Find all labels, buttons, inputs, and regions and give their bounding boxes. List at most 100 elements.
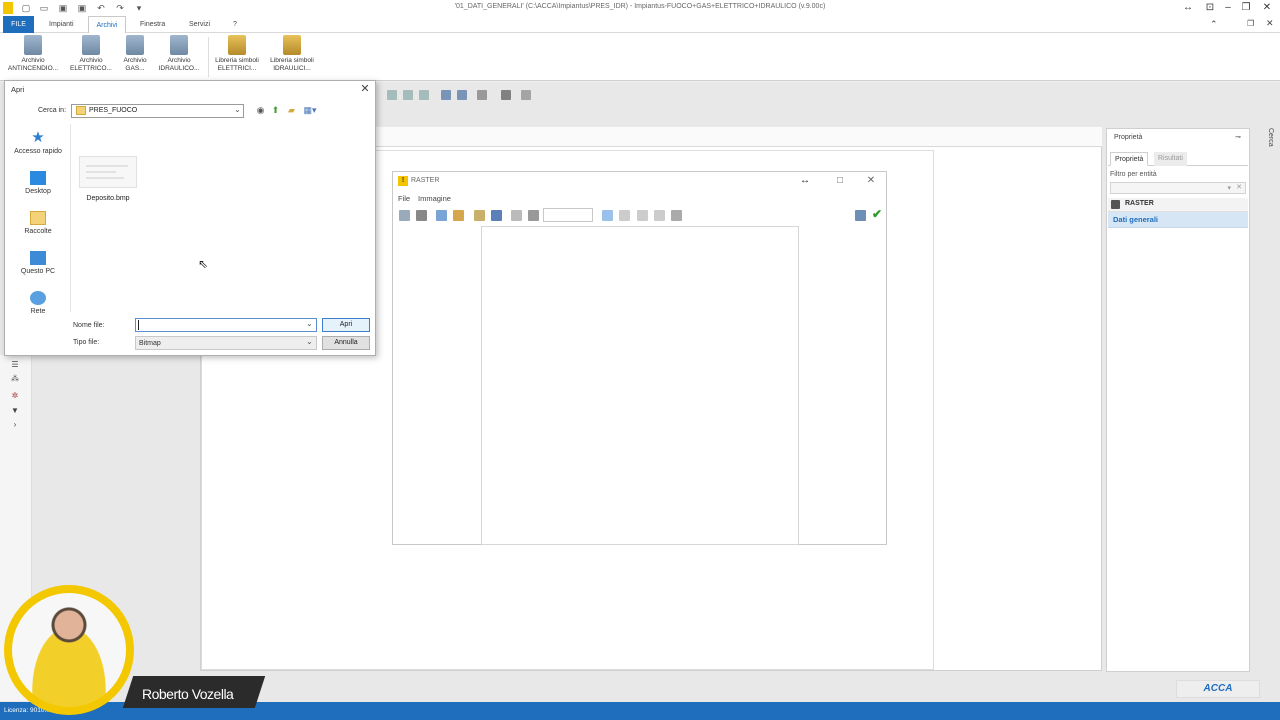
side-search-tab[interactable]: Cerca [1258,128,1274,168]
copy-icon[interactable] [436,210,447,221]
ribbon-archivio-antincendio[interactable]: Archivio ANTINCENDIO... [4,35,62,73]
network-icon [30,291,46,305]
library-folder-icon [30,211,46,225]
eraser-icon[interactable] [671,210,682,221]
minimize-icon[interactable]: – [1221,1,1235,15]
tab-help[interactable]: ? [229,16,241,33]
resize-icon[interactable]: ↔ [799,175,811,187]
tab-proprieta[interactable]: Proprietà [1110,152,1149,166]
ribbon-label: Archivio [123,57,147,64]
settings-icon[interactable] [521,90,531,100]
place-label: Raccolte [24,228,52,235]
scale-icon[interactable] [528,210,539,221]
tab-finestra[interactable]: Finestra [136,16,169,33]
link-icon[interactable]: ✲ [9,391,21,401]
raster-menu-file[interactable]: File [398,194,410,203]
file-name[interactable]: Deposito.bmp [70,195,146,202]
up-folder-icon[interactable]: ⬆ [270,105,281,116]
ribbon-label: Libreria simboli [215,57,259,64]
place-rete[interactable]: Rete [8,291,68,315]
back-icon[interactable]: ◉ [255,105,266,116]
rotate-icon[interactable] [637,210,648,221]
maximize-icon[interactable]: □ [834,175,846,187]
entity-label: RASTER [1125,200,1154,207]
crop-icon[interactable] [511,210,522,221]
filter-icon[interactable] [855,210,866,221]
stop-icon[interactable] [416,210,427,221]
camera-icon [1111,200,1120,209]
focus-icon[interactable]: ⊡ [1203,1,1217,15]
ribbon-archivio-idraulico[interactable]: Archivio IDRAULICO... [154,35,204,73]
place-desktop[interactable]: Desktop [8,171,68,195]
ribbon-label: ELETTRICI... [217,65,257,72]
raster-app-icon: ! [398,176,408,186]
ribbon-label: Archivio [167,57,191,64]
ribbon-label: Archivio [21,57,45,64]
view-menu-icon[interactable]: ▦▾ [302,105,318,116]
tab-archivi[interactable]: Archivi [88,16,126,33]
filetype-value: Bitmap [139,340,161,347]
title-bar: ▢ ▭ ▣ ▣ ↶ ↷ ▾ '01_DATI_GENERALI' (C:\ACC… [0,0,1280,16]
save-icon[interactable] [441,90,451,100]
place-questo-pc[interactable]: Questo PC [8,251,68,275]
filter-select[interactable]: ▾ ✕ [1110,182,1246,194]
toolbar-icon[interactable] [403,90,413,100]
tab-servizi[interactable]: Servizi [185,16,214,33]
close-icon[interactable]: ✕ [358,82,372,95]
raster-canvas[interactable] [481,226,799,545]
camera-icon[interactable] [501,90,511,100]
align-icon[interactable] [619,210,630,221]
desktop-icon [30,171,46,185]
filename-input[interactable] [135,318,317,332]
print-icon[interactable] [477,90,487,100]
place-raccolte[interactable]: Raccolte [8,211,68,235]
file-thumbnail[interactable] [79,156,137,188]
toolbar-icon[interactable] [387,90,397,100]
ribbon-collapse-icon[interactable]: ⌃ [1210,19,1218,30]
ribbon-separator [208,37,209,77]
filetype-select[interactable] [135,336,317,350]
raster-menu-immagine[interactable]: Immagine [418,194,451,203]
pin-icon[interactable]: ⊸ [1235,133,1241,141]
restore-icon[interactable]: ❐ [1239,1,1253,15]
doc-restore-icon[interactable]: ❐ [1247,19,1254,28]
tab-file[interactable]: FILE [3,16,34,33]
places-bar [6,124,68,354]
ribbon-archivio-elettrico[interactable]: Archivio ELETTRICO... [66,35,116,73]
tab-impianti[interactable]: Impianti [45,16,78,33]
ribbon-label: ELETTRICO... [70,65,112,72]
tab-risultati[interactable]: Risultati [1154,152,1187,166]
ribbon-archivio-gas[interactable]: Archivio GAS... [118,35,152,73]
select-area-icon[interactable] [602,210,613,221]
close-icon[interactable]: ✕ [1260,1,1274,15]
ribbon-libreria-idraulici[interactable]: Libreria simboli IDRAULICI... [266,35,318,73]
cancel-button[interactable]: Annulla [322,336,370,350]
ribbon-label: IDRAULICI... [273,65,311,72]
clear-icon[interactable]: ✕ [1236,183,1242,191]
brush-icon[interactable] [491,210,502,221]
new-folder-icon[interactable]: ▰ [286,105,297,116]
resize-icon[interactable]: ↔ [1181,1,1195,15]
filter-icon[interactable]: ▼ [9,406,21,416]
expand-icon[interactable]: › [9,420,21,430]
layer-icon[interactable]: ☰ [9,360,21,370]
presenter-avatar [12,593,126,707]
chevron-down-icon[interactable]: ⌄ [306,319,313,328]
confirm-check-icon[interactable]: ✔ [872,207,882,221]
save-all-icon[interactable] [457,90,467,100]
coordinate-input[interactable] [543,208,593,222]
snap-icon[interactable]: ⁂ [9,374,21,384]
doc-close-icon[interactable]: ✕ [1266,18,1274,29]
paste-icon[interactable] [453,210,464,221]
zoom-icon[interactable] [474,210,485,221]
ribbon-libreria-elettrici[interactable]: Libreria simboli ELETTRICI... [212,35,262,73]
file-list [70,124,373,312]
open-image-icon[interactable] [399,210,410,221]
filename-label: Nome file: [73,322,105,329]
place-accesso-rapido[interactable]: ★ Accesso rapido [8,130,68,155]
close-icon[interactable]: ✕ [865,175,877,187]
ribbon-label: Libreria simboli [270,57,314,64]
flip-icon[interactable] [654,210,665,221]
toolbar-icon[interactable] [419,90,429,100]
open-button[interactable]: Apri [322,318,370,332]
